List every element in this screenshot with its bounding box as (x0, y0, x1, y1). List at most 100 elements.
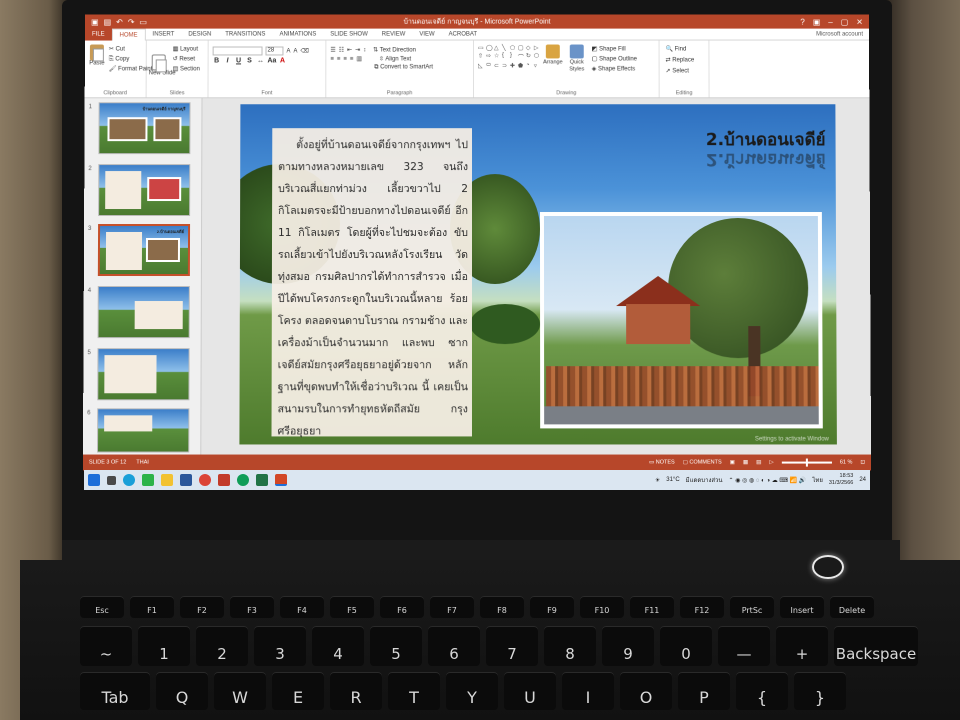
underline-button[interactable]: U (235, 57, 243, 64)
fit-slide-icon[interactable]: ⊡ (860, 460, 865, 466)
ribbon-display-button[interactable]: ▣ (813, 17, 821, 26)
align-left-icon[interactable]: ≡ (330, 56, 334, 62)
normal-view-icon[interactable]: ▣ (730, 460, 735, 466)
key-u[interactable]: U (504, 672, 556, 710)
weather-temperature[interactable]: 31°C (666, 477, 679, 483)
key-y[interactable]: Y (446, 672, 498, 710)
start-from-beginning-icon[interactable]: ▭ (139, 17, 147, 26)
input-language[interactable]: ไทย (812, 475, 823, 485)
key-[interactable]: ~ (80, 626, 132, 666)
shrink-font-icon[interactable]: A (293, 48, 297, 54)
key-f9[interactable]: F9 (530, 596, 574, 618)
slide-thumbnail-pane[interactable]: 1 บ้านดอนเจดีย์ กาญจนบุรี 2 3 2.บ้านดอนเ… (82, 98, 203, 455)
key-f2[interactable]: F2 (180, 596, 224, 618)
char-spacing-icon[interactable]: ↔ (256, 57, 264, 64)
arrange-button[interactable]: Arrange (542, 44, 564, 67)
slide-thumbnail-5[interactable] (97, 348, 190, 401)
key-6[interactable]: 6 (428, 626, 480, 666)
key-f12[interactable]: F12 (680, 596, 724, 618)
align-right-icon[interactable]: ≡ (343, 56, 347, 62)
line-spacing-icon[interactable]: ↕ (363, 47, 366, 53)
tab-design[interactable]: DESIGN (181, 28, 218, 40)
file-explorer-icon[interactable] (161, 474, 173, 486)
key-1[interactable]: 1 (138, 626, 190, 666)
key-[interactable]: } (794, 672, 846, 710)
help-button[interactable]: ? (800, 17, 804, 26)
close-button[interactable]: ✕ (856, 17, 863, 26)
edge-browser-icon[interactable] (123, 474, 135, 486)
tab-insert[interactable]: INSERT (146, 28, 182, 40)
key-9[interactable]: 9 (602, 626, 654, 666)
key-q[interactable]: Q (156, 672, 208, 710)
key-f6[interactable]: F6 (380, 596, 424, 618)
slide-photo[interactable] (539, 212, 823, 429)
app-icon[interactable] (218, 474, 230, 486)
key-f10[interactable]: F10 (580, 596, 624, 618)
chrome-icon[interactable] (199, 474, 211, 486)
current-slide[interactable]: 2.บ้านดอนเจดีย์ 2.บ้านดอนเจดีย์ ตั้งอยู่… (239, 104, 837, 445)
excel-icon[interactable] (256, 474, 268, 486)
key-3[interactable]: 3 (254, 626, 306, 666)
shape-fill-button[interactable]: ◩ Shape Fill (592, 45, 637, 55)
tab-slide-show[interactable]: SLIDE SHOW (323, 28, 375, 40)
grow-font-icon[interactable]: A (286, 48, 290, 54)
columns-icon[interactable]: ▥ (356, 55, 362, 62)
tab-review[interactable]: REVIEW (375, 28, 413, 40)
power-button[interactable] (812, 555, 844, 579)
key-w[interactable]: W (214, 672, 266, 710)
shape-effects-button[interactable]: ◈ Shape Effects (592, 64, 637, 74)
key-7[interactable]: 7 (486, 626, 538, 666)
key-prtsc[interactable]: PrtSc (730, 596, 774, 618)
key-delete[interactable]: Delete (830, 596, 874, 618)
powerpoint-icon[interactable] (275, 474, 287, 486)
bold-button[interactable]: B (213, 57, 221, 64)
weather-icon[interactable]: ☀ (655, 477, 660, 484)
key-5[interactable]: 5 (370, 626, 422, 666)
layout-button[interactable]: ▦ Layout (173, 45, 200, 55)
key-f11[interactable]: F11 (630, 596, 674, 618)
key-8[interactable]: 8 (544, 626, 596, 666)
tray-icons[interactable]: ⌃ ◉ ◎ ◍ ◌ ◐ ◑ ☁ ⌨ 📶 🔊 (729, 477, 807, 484)
text-direction-button[interactable]: ⇅ Text Direction (373, 47, 416, 54)
change-case-icon[interactable]: Aa (267, 57, 276, 64)
font-name-input[interactable] (212, 46, 263, 56)
account-button[interactable]: Microsoft account (816, 31, 869, 37)
paste-button[interactable]: Paste (89, 44, 105, 66)
replace-button[interactable]: ⇄ Replace (666, 55, 695, 66)
bullets-icon[interactable]: ☰ (330, 47, 335, 54)
clear-format-icon[interactable]: ⌫ (300, 48, 308, 54)
clock[interactable]: 18:53 31/3/2566 (829, 473, 853, 487)
tab-transitions[interactable]: TRANSITIONS (218, 28, 272, 40)
slide-thumbnail-4[interactable] (97, 286, 190, 339)
windows-start-icon[interactable] (88, 474, 100, 486)
italic-button[interactable]: I (224, 57, 232, 64)
font-size-input[interactable]: 28 (265, 46, 284, 56)
key-f7[interactable]: F7 (430, 596, 474, 618)
key-i[interactable]: I (562, 672, 614, 710)
tab-animations[interactable]: ANIMATIONS (272, 28, 323, 40)
justify-icon[interactable]: ≡ (350, 56, 354, 62)
key-f1[interactable]: F1 (130, 596, 174, 618)
notification-badge[interactable]: 24 (859, 477, 866, 483)
key-f4[interactable]: F4 (280, 596, 324, 618)
shapes-gallery[interactable]: ▭ ◯ △ ╲ ⬠ ▢ ◇ ▷ ⇧ ⇨ ☆{} ⌒ ↻ ⬡ ◺ ⬭ ⊂ ⊃ ✚ ⬟ ◔ ▿ (478, 45, 540, 70)
slide-sorter-icon[interactable]: ▦ (743, 460, 748, 466)
section-button[interactable]: ▤ Section (173, 64, 200, 74)
zoom-level[interactable]: 61 % (840, 460, 853, 466)
key-[interactable]: + (776, 626, 828, 666)
key-f5[interactable]: F5 (330, 596, 374, 618)
key-p[interactable]: P (678, 672, 730, 710)
tab-view[interactable]: VIEW (412, 28, 441, 40)
key-[interactable]: { (736, 672, 788, 710)
strikethrough-button[interactable]: S (246, 57, 254, 64)
tab-home[interactable]: HOME (111, 28, 146, 41)
maximize-button[interactable]: ▢ (841, 17, 849, 26)
font-color-icon[interactable]: A (278, 57, 286, 64)
slide-thumbnail-3[interactable]: 2.บ้านดอนเจดีย์ (97, 224, 191, 277)
task-view-icon[interactable] (107, 475, 116, 485)
chrome-icon[interactable] (237, 474, 249, 486)
line-app-icon[interactable] (142, 474, 154, 486)
tab-acrobat[interactable]: ACROBAT (442, 28, 484, 40)
weather-text[interactable]: มีแดดบางส่วน (686, 475, 723, 485)
quick-styles-button[interactable]: Quick Styles (566, 44, 588, 74)
